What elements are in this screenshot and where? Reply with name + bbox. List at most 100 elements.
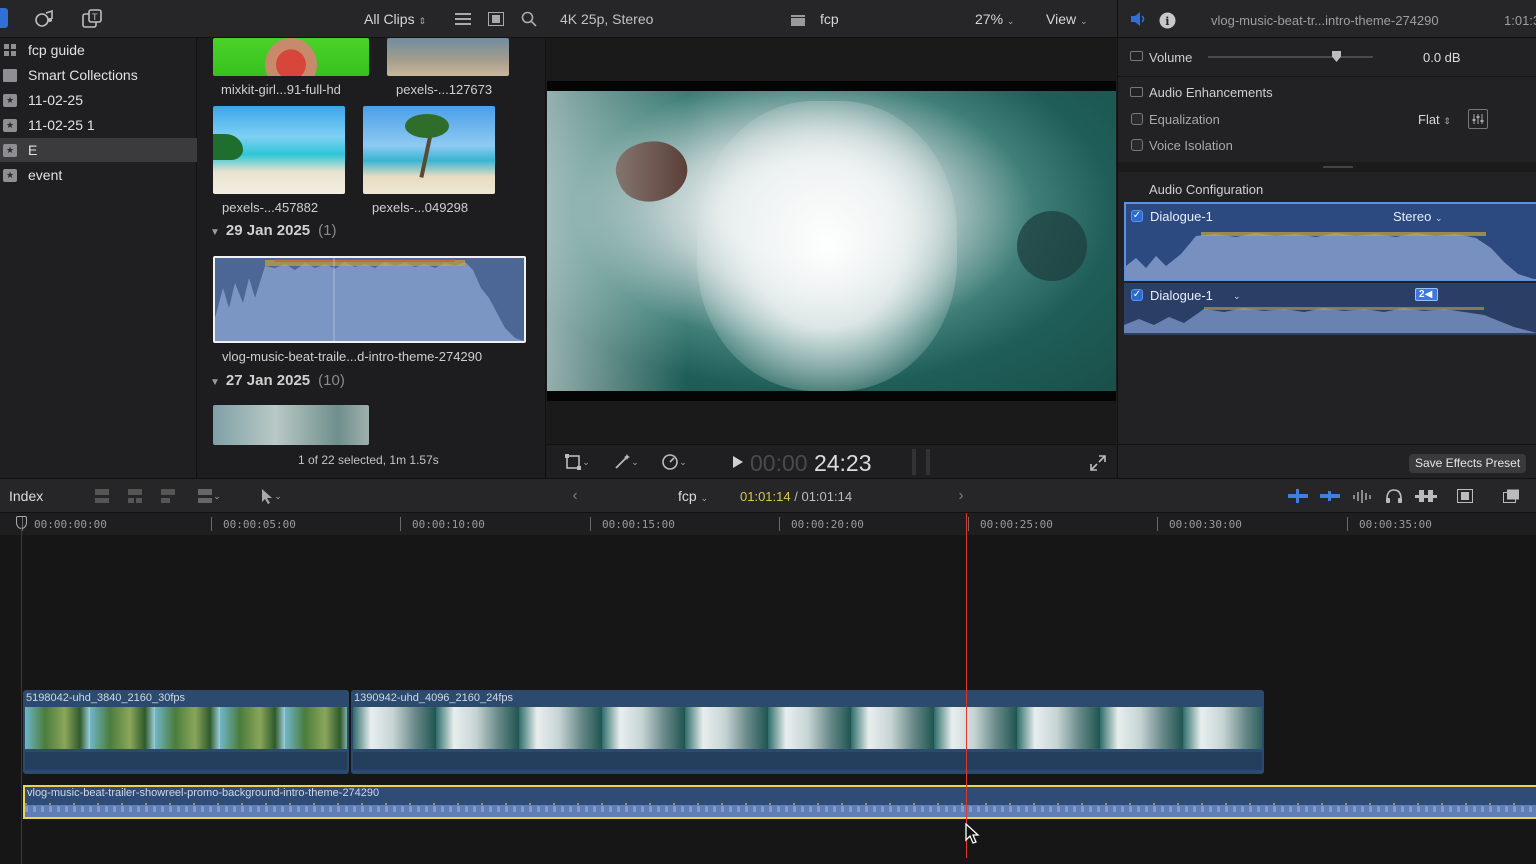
sidebar-item-event[interactable]: ★ 11-02-25 1 (0, 113, 197, 137)
effects-browser-icon[interactable] (1456, 488, 1474, 504)
voice-isolation-checkbox[interactable] (1131, 139, 1143, 151)
info-icon: i (1159, 12, 1175, 28)
transform-menu[interactable]: ⌄ (560, 453, 594, 471)
date-group-header[interactable]: ▼ 29 Jan 2025 (1) (210, 222, 337, 239)
clip-thumbnail[interactable] (387, 38, 509, 76)
view-menu[interactable]: View ⌄ (1046, 11, 1088, 27)
inspector: i vlog-music-beat-tr...intro-theme-27429… (1117, 0, 1536, 478)
timeline-audio-clip-selected[interactable]: vlog-music-beat-trailer-showreel-promo-b… (23, 785, 1536, 819)
timeline-current-time: 01:01:14 (740, 489, 791, 504)
timeline-video-clip[interactable]: 5198042-uhd_3840_2160_30fps (23, 690, 349, 774)
clip-name: pexels-...049298 (372, 200, 469, 215)
back-arrow-icon[interactable]: ‹ (568, 487, 582, 505)
timeline-video-clip[interactable]: 1390942-uhd_4096_2160_24fps (351, 690, 1264, 774)
svg-text:i: i (1165, 15, 1169, 28)
clip-filmstrip (353, 707, 1262, 749)
equalization-checkbox[interactable] (1131, 113, 1143, 125)
section-toggle-icon[interactable] (1130, 87, 1143, 97)
overwrite-clip-icon (198, 489, 213, 503)
component-checkbox[interactable]: ✓ (1131, 289, 1143, 301)
clip-appearance-icon[interactable] (1415, 488, 1437, 504)
chevron-down-icon: ⌄ (1079, 16, 1088, 26)
inspector-footer: Save Effects Preset (1118, 444, 1536, 478)
sidebar-item-event[interactable]: ★ event (0, 163, 197, 187)
audio-inspector-tab[interactable] (1130, 11, 1148, 27)
audio-component[interactable]: ✓ Dialogue-1 ⌄ 2◀ (1124, 283, 1536, 335)
audio-skimming-icon[interactable] (1320, 488, 1340, 504)
zoom-menu[interactable]: 27% ⌄ (975, 11, 1014, 27)
component-mode-select[interactable]: Stereo ⌄ (1393, 209, 1442, 224)
clip-thumbnail[interactable] (213, 405, 369, 445)
viewer-timecode: 00:00 24:23 (750, 450, 872, 477)
magic-wand-icon (615, 454, 631, 469)
component-checkbox[interactable]: ✓ (1131, 210, 1143, 222)
date-group-date: 27 Jan 2025 (225, 372, 311, 389)
fullscreen-icon[interactable] (1089, 454, 1107, 472)
index-button[interactable]: Index (9, 488, 43, 504)
clip-thumbnail[interactable] (363, 106, 495, 194)
info-inspector-tab[interactable]: i (1158, 11, 1176, 29)
libraries-toggle-icon[interactable] (0, 8, 8, 28)
filmstrip-view-icon[interactable] (487, 11, 505, 27)
skimming-icon[interactable] (1288, 488, 1308, 504)
viewer: ⌄ ⌄ ⌄ 00:00 24:23 (547, 38, 1116, 478)
append-clip-icon[interactable] (159, 487, 177, 505)
library-name: fcp guide (28, 42, 85, 58)
chevron-down-icon: ⌄ (1434, 213, 1443, 223)
audio-waveform (215, 258, 524, 341)
timeline-project-menu[interactable]: fcp ⌄ (678, 488, 708, 504)
save-effects-preset-button[interactable]: Save Effects Preset (1409, 454, 1527, 473)
event-star-icon: ★ (3, 143, 17, 157)
ruler-label: 00:00:30:00 (1169, 518, 1242, 531)
clips-filter-menu[interactable]: All Clips ⇕ (364, 11, 426, 27)
clip-thumbnail[interactable] (213, 106, 345, 194)
connect-clip-icon[interactable] (93, 487, 111, 505)
timeline-area[interactable]: 5198042-uhd_3840_2160_30fps 1390942-uhd_… (0, 513, 1536, 864)
library-item[interactable]: fcp guide (0, 38, 197, 62)
audio-component-selected[interactable]: ✓ Dialogue-1 Stereo ⌄ (1124, 202, 1536, 281)
date-group-count: (1) (318, 222, 337, 239)
date-group-header[interactable]: ▼ 27 Jan 2025 (10) (210, 372, 345, 389)
volume-slider-thumb[interactable] (1332, 51, 1341, 62)
sidebar-item-smart-collections[interactable]: Smart Collections (0, 63, 197, 87)
equalization-select[interactable]: Flat ⇕ (1418, 112, 1451, 127)
play-button[interactable] (731, 454, 745, 470)
chevron-down-icon[interactable]: ⌄ (1233, 291, 1241, 302)
clip-thumbnail[interactable] (213, 38, 369, 76)
timeline-ruler[interactable]: 00:00:00:00 00:00:05:00 00:00:10:00 00:0… (0, 513, 1536, 535)
section-toggle-icon[interactable] (1130, 51, 1143, 61)
ruler-label: 00:00:00:00 (34, 518, 107, 531)
updown-chevron-icon: ⇕ (1443, 116, 1451, 126)
channel-count: 2 (1419, 289, 1425, 300)
list-view-icon[interactable] (454, 11, 472, 27)
equalizer-icon[interactable] (1468, 109, 1488, 129)
retime-menu[interactable]: ⌄ (656, 453, 692, 471)
playhead[interactable] (966, 513, 967, 858)
headphones-icon[interactable] (1384, 488, 1404, 504)
event-star-icon: ★ (3, 93, 17, 107)
select-tool-menu[interactable]: ⌄ (254, 487, 288, 505)
ruler-tick (779, 517, 780, 531)
arrow-pointer-icon (262, 489, 273, 504)
waveform-icon[interactable] (1352, 488, 1372, 504)
transitions-browser-icon[interactable] (1502, 488, 1520, 504)
audio-enhancements-label: Audio Enhancements (1149, 85, 1273, 100)
forward-arrow-icon[interactable]: › (954, 487, 968, 505)
overwrite-clip-menu[interactable]: ⌄ (192, 487, 226, 505)
clapper-icon (789, 12, 807, 27)
viewer-project-name: fcp (820, 11, 839, 27)
chevron-down-icon: ⌄ (1006, 16, 1015, 26)
clip-browser: mixkit-girl...91-full-hd pexels-...12767… (198, 38, 546, 478)
search-icon[interactable] (520, 11, 538, 27)
event-star-icon: ★ (3, 118, 17, 132)
sidebar-item-event[interactable]: ★ 11-02-25 (0, 88, 197, 112)
titles-generators-icon[interactable]: T (81, 9, 103, 29)
volume-slider[interactable] (1208, 51, 1373, 62)
audio-clip-thumbnail-selected[interactable] (213, 256, 526, 343)
enhance-menu[interactable]: ⌄ (608, 453, 644, 471)
volume-value[interactable]: 0.0 dB (1423, 50, 1461, 65)
sidebar-item-event-selected[interactable]: ★ E (0, 138, 197, 162)
photos-audio-icon[interactable] (34, 9, 56, 29)
timeline-project-name: fcp (678, 488, 697, 504)
insert-clip-icon[interactable] (126, 487, 144, 505)
